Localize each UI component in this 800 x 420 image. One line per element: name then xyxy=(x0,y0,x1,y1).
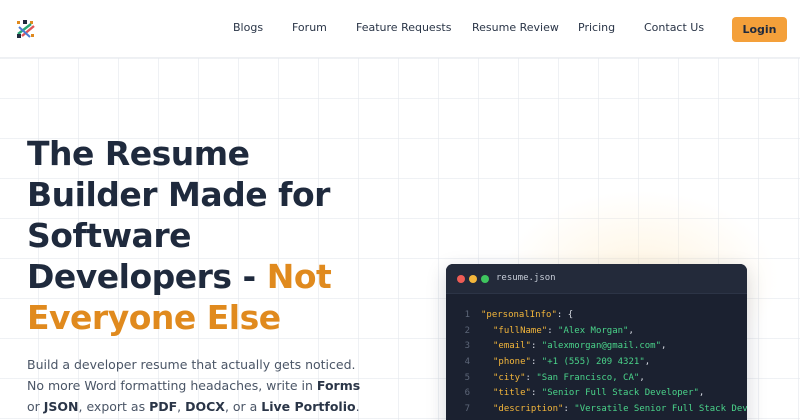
subtitle-forms: Forms xyxy=(316,378,361,393)
maximize-dot-icon xyxy=(481,275,489,283)
subtitle-end: . xyxy=(355,399,360,414)
subtitle-docx: DOCX xyxy=(185,399,225,414)
code-text: "title": "Senior Full Stack Developer", xyxy=(493,388,705,399)
line-number: 4 xyxy=(464,357,470,368)
code-line: 6 "title": "Senior Full Stack Developer", xyxy=(446,386,747,402)
nav-forum[interactable]: Forum xyxy=(292,21,327,34)
code-line: 2 "fullName": "Alex Morgan", xyxy=(446,324,747,340)
json-value: "San Francisco, CA" xyxy=(536,372,640,383)
line-number: 6 xyxy=(464,388,470,399)
code-line: 3 "email": "alexmorgan@gmail.com", xyxy=(446,339,747,355)
subtitle-or-a: , or a xyxy=(224,399,262,414)
json-value: "Senior Full Stack Developer" xyxy=(541,388,699,399)
subtitle-export: , export as xyxy=(78,399,150,414)
line-number: 3 xyxy=(464,341,470,352)
code-line: 7 "description": "Versatile Senior Full S… xyxy=(446,402,747,418)
json-key: "description" xyxy=(493,404,564,415)
subtitle-comma: , xyxy=(177,399,186,414)
code-text: "fullName": "Alex Morgan", xyxy=(493,325,634,336)
subtitle-json: JSON xyxy=(43,399,79,414)
code-text: "phone": "+1 (555) 209 4321", xyxy=(493,357,651,368)
subtitle-or: or xyxy=(27,399,44,414)
json-key: "city" xyxy=(493,372,526,383)
hero-title: The Resume Builder Made for Software Dev… xyxy=(27,133,387,338)
file-name: resume.json xyxy=(496,273,556,283)
subtitle-text-2: No more Word formatting headaches, write… xyxy=(27,378,317,393)
line-number: 2 xyxy=(464,325,470,336)
close-dot-icon xyxy=(457,275,465,283)
code-text: "description": "Versatile Senior Full St… xyxy=(493,402,747,418)
minimize-dot-icon xyxy=(469,275,477,283)
login-button[interactable]: Login xyxy=(732,17,787,42)
line-number: 1 xyxy=(464,310,470,320)
hero-title-line-2: Builder Made for xyxy=(27,175,330,214)
json-key: "personalInfo" xyxy=(481,310,557,320)
code-editor-window: resume.json 1 "personalInfo": { 2 "fullName… xyxy=(446,264,747,420)
json-key: "email" xyxy=(493,341,531,352)
json-key: "fullName" xyxy=(493,325,548,336)
json-key: "title" xyxy=(493,388,531,399)
hero-title-line-1: The Resume xyxy=(27,134,250,173)
subtitle-pdf: PDF xyxy=(149,399,178,414)
top-header: Blogs Forum Feature Requests Resume Revi… xyxy=(0,0,800,58)
code-text: "city": "San Francisco, CA", xyxy=(493,372,645,383)
hero-title-accent-2: Everyone Else xyxy=(27,298,281,337)
nav-feature-requests[interactable]: Feature Requests xyxy=(356,21,451,34)
code-text: "personalInfo": { xyxy=(481,310,574,320)
hero-title-line-3: Software xyxy=(27,216,191,255)
code-line: 1 "personalInfo": { xyxy=(446,308,747,324)
main-nav: Blogs Forum Feature Requests Resume Revi… xyxy=(0,0,800,58)
hero-title-accent-1: Not xyxy=(266,257,332,296)
code-line: 5 "city": "San Francisco, CA", xyxy=(446,371,747,387)
nav-pricing[interactable]: Pricing xyxy=(578,21,615,34)
code-body: 1 "personalInfo": { 2 "fullName": "Alex Mor… xyxy=(446,308,747,418)
json-value: "alexmorgan@gmail.com" xyxy=(541,341,661,352)
nav-resume-review[interactable]: Resume Review xyxy=(472,21,559,34)
code-title-bar: resume.json xyxy=(446,264,747,294)
json-key: "phone" xyxy=(493,357,531,368)
nav-contact-us[interactable]: Contact Us xyxy=(644,21,704,34)
hero-subtitle: Build a developer resume that actually g… xyxy=(27,354,367,417)
line-number: 5 xyxy=(464,372,470,383)
code-line: 4 "phone": "+1 (555) 209 4321", xyxy=(446,355,747,371)
nav-blogs[interactable]: Blogs xyxy=(233,21,263,34)
json-value: "Alex Morgan" xyxy=(558,325,629,336)
subtitle-text-1: Build a developer resume that actually g… xyxy=(27,357,356,372)
code-text: "email": "alexmorgan@gmail.com", xyxy=(493,341,667,352)
json-value: "Versatile Senior Full Stack Developer xyxy=(574,404,747,415)
subtitle-portfolio: Live Portfolio xyxy=(261,399,356,414)
json-value: "+1 (555) 209 4321" xyxy=(541,357,645,368)
hero-title-line-4: Developers - xyxy=(27,257,267,296)
line-number: 7 xyxy=(464,404,470,415)
